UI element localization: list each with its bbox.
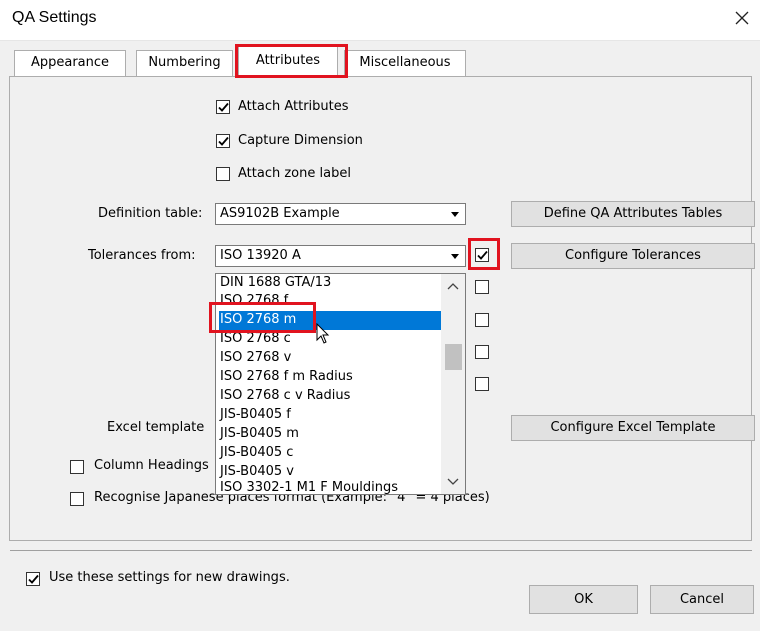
capture-dimension-label: Capture Dimension [238, 133, 363, 148]
scrollbar-graphics [445, 283, 462, 485]
list-item[interactable]: JIS-B0405 m [219, 425, 442, 444]
separator [10, 550, 752, 551]
row-checkbox[interactable] [475, 345, 489, 359]
list-item[interactable]: DIN 1688 GTA/13 [219, 274, 442, 293]
row-checkbox[interactable] [475, 313, 489, 327]
cursor-arrow-icon [316, 323, 330, 344]
definition-table-value: AS9102B Example [220, 206, 340, 221]
configure-tolerances-button[interactable]: Configure Tolerances [511, 243, 755, 269]
chevron-down-icon[interactable] [446, 205, 464, 223]
list-scrollbar[interactable] [441, 274, 465, 494]
column-headings-checkbox[interactable] [70, 460, 84, 474]
tolerances-select[interactable]: ISO 13920 A [215, 245, 466, 267]
configure-excel-template-button[interactable]: Configure Excel Template [511, 415, 755, 441]
use-for-new-drawings-label: Use these settings for new drawings. [49, 570, 290, 585]
recognise-japanese-checkbox[interactable] [70, 492, 84, 506]
window-title: QA Settings [12, 9, 97, 26]
chevron-down-icon[interactable] [446, 247, 464, 265]
tab-label: Numbering [148, 55, 221, 70]
ok-button[interactable]: OK [529, 585, 638, 614]
row-checkbox[interactable] [475, 377, 489, 391]
tab-appearance[interactable]: Appearance [14, 50, 126, 76]
list-item[interactable]: JIS-B0405 f [219, 406, 442, 425]
attach-zone-label-label: Attach zone label [238, 166, 351, 181]
column-headings-label: Column Headings [94, 458, 209, 473]
tab-label: Miscellaneous [359, 55, 451, 70]
title-bar: QA Settings [0, 0, 760, 41]
tolerances-value: ISO 13920 A [220, 248, 301, 263]
tab-miscellaneous[interactable]: Miscellaneous [344, 50, 466, 76]
excel-template-label: Excel template [107, 420, 205, 435]
attach-zone-label-checkbox[interactable] [216, 167, 230, 181]
highlight-box [235, 44, 348, 78]
list-item[interactable]: ISO 3302-1 M1 F Mouldings [219, 479, 442, 494]
list-item[interactable]: ISO 2768 f m Radius [219, 368, 442, 387]
list-item[interactable]: JIS-B0405 c [219, 444, 442, 463]
definition-table-select[interactable]: AS9102B Example [215, 203, 466, 225]
list-item[interactable]: ISO 2768 c v Radius [219, 387, 442, 406]
capture-dimension-checkbox[interactable] [216, 134, 230, 148]
use-for-new-drawings-checkbox[interactable] [26, 572, 40, 586]
attach-attributes-checkbox[interactable] [216, 100, 230, 114]
cancel-button[interactable]: Cancel [650, 585, 754, 614]
tab-label: Appearance [30, 55, 110, 70]
tolerances-label: Tolerances from: [88, 248, 196, 263]
define-qa-attributes-tables-button[interactable]: Define QA Attributes Tables [511, 201, 755, 227]
attach-attributes-label: Attach Attributes [238, 99, 349, 114]
close-icon[interactable] [728, 4, 756, 32]
highlight-box [468, 238, 500, 270]
tab-numbering[interactable]: Numbering [136, 50, 233, 76]
row-checkbox[interactable] [475, 280, 489, 294]
highlight-box [209, 302, 316, 333]
definition-table-label: Definition table: [98, 206, 203, 221]
list-item[interactable]: ISO 2768 v [219, 349, 442, 368]
